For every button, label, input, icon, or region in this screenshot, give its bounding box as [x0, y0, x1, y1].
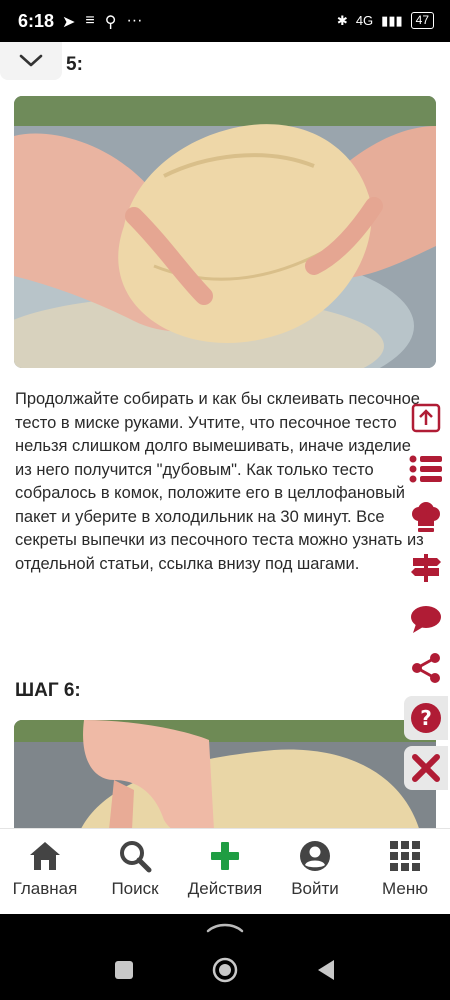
- nav-login[interactable]: Войти: [270, 829, 360, 914]
- comments-button[interactable]: [404, 597, 448, 641]
- nav-label: Главная: [12, 879, 78, 898]
- nav-home[interactable]: Главная: [0, 829, 90, 914]
- battery-level: 47: [410, 12, 434, 29]
- help-button[interactable]: ?: [404, 696, 448, 740]
- nav-actions[interactable]: Действия: [180, 829, 270, 914]
- close-side-bar-button[interactable]: [404, 746, 448, 790]
- svg-text:?: ?: [420, 706, 432, 730]
- nav-label: Меню: [382, 879, 428, 898]
- grid-icon: [390, 841, 420, 871]
- signpost-icon: [411, 554, 441, 582]
- expand-handle-icon[interactable]: [205, 920, 245, 934]
- article-content: 5: Продолжайте собирать и как бы склеива…: [0, 42, 450, 828]
- search-status-icon: ⚲: [104, 14, 117, 31]
- recents-icon[interactable]: [114, 960, 134, 980]
- chef-button[interactable]: [404, 496, 448, 540]
- status-notification-icons: ➤ ≡ ⚲ ···: [62, 12, 142, 32]
- close-icon: [412, 754, 440, 782]
- bluetooth-icon: ✱: [336, 12, 348, 28]
- back-icon[interactable]: [316, 959, 336, 981]
- help-icon: ?: [411, 703, 441, 733]
- user-icon: [300, 841, 330, 871]
- signal-icon: ▮▮▮: [381, 12, 403, 28]
- network-type: 4G: [355, 13, 374, 28]
- bottom-navigation: Главная Поиск Действия Войти Меню: [0, 828, 450, 914]
- nav-label: Действия: [187, 879, 263, 898]
- step-description: Продолжайте собирать и как бы склеивать …: [15, 390, 424, 573]
- scroll-up-button[interactable]: [404, 396, 448, 440]
- status-bar: 6:18 ➤ ≡ ⚲ ··· ✱ 4G ▮▮▮ 47: [0, 0, 450, 42]
- chevron-down-icon: [19, 54, 43, 67]
- status-time: 6:18: [18, 11, 55, 31]
- telegram-icon: ➤: [62, 14, 76, 31]
- comment-icon: [411, 606, 441, 633]
- home-system-icon[interactable]: [212, 957, 238, 983]
- step-photo[interactable]: [14, 96, 436, 368]
- step-title: 5:: [66, 54, 83, 75]
- share-icon: [412, 653, 440, 683]
- plus-icon: [211, 842, 239, 870]
- nav-label: Поиск: [111, 879, 159, 898]
- collapse-button[interactable]: [0, 42, 62, 80]
- chef-hat-icon: [412, 502, 440, 532]
- home-icon: [30, 842, 60, 870]
- system-navigation-bar: [0, 914, 450, 1000]
- status-right-icons: ✱ 4G ▮▮▮ 47: [337, 12, 434, 29]
- share-button[interactable]: [404, 646, 448, 690]
- more-icon: ···: [126, 12, 143, 29]
- step-photo[interactable]: [14, 720, 436, 828]
- nav-label: Войти: [291, 879, 339, 898]
- search-icon: [120, 841, 152, 873]
- notes-icon: ≡: [85, 12, 95, 29]
- step-title: ШАГ 6:: [15, 680, 81, 701]
- list-icon: [409, 455, 442, 483]
- ingredients-button[interactable]: [404, 447, 448, 491]
- steps-nav-button[interactable]: [404, 546, 448, 590]
- scroll-up-icon: [411, 403, 441, 433]
- nav-menu[interactable]: Меню: [360, 829, 450, 914]
- nav-search[interactable]: Поиск: [90, 829, 180, 914]
